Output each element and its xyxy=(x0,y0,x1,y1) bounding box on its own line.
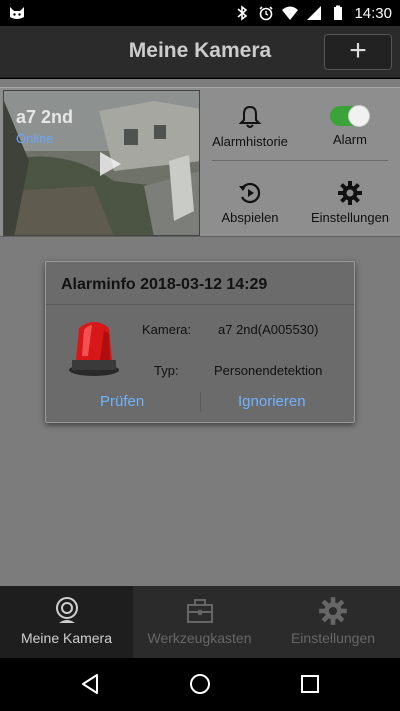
recent-apps-icon[interactable] xyxy=(298,672,322,696)
camera-card: a7 2nd Online Alarmhistorie Alarm Abspie… xyxy=(0,87,400,237)
camera-name: a7 2nd xyxy=(16,107,74,127)
camera-value: a7 2nd(A005530) xyxy=(218,322,319,337)
tab-settings-label: Einstellungen xyxy=(290,630,376,646)
camera-status: Online xyxy=(16,131,54,146)
tab-toolbox[interactable]: Werkzeugkasten xyxy=(133,586,266,658)
back-icon[interactable] xyxy=(78,672,102,696)
status-bar: 14:30 xyxy=(0,0,400,26)
playback-label: Abspielen xyxy=(221,210,279,225)
system-nav-bar xyxy=(0,658,400,711)
tab-my-camera[interactable]: Meine Kamera xyxy=(0,586,133,658)
dialog-button-divider xyxy=(200,392,201,412)
alarm-history-label: Alarmhistorie xyxy=(212,134,288,149)
camera-label: Kamera: xyxy=(142,322,192,337)
webcam-icon xyxy=(55,597,78,623)
app-bar: Meine Kamera + xyxy=(0,26,400,78)
type-label: Typ: xyxy=(154,363,179,378)
cat-app-icon xyxy=(10,7,24,19)
bluetooth-icon xyxy=(237,5,248,21)
tab-my-camera-label: Meine Kamera xyxy=(20,630,113,646)
alarm-label: Alarm xyxy=(333,132,367,147)
camera-actions: Alarmhistorie Alarm Abspielen Einstellun… xyxy=(200,88,400,238)
wifi-icon xyxy=(282,6,299,20)
bottom-tab-bar: Meine Kamera Werkzeugkasten Einstellunge… xyxy=(0,586,400,658)
status-time: 14:30 xyxy=(354,4,392,22)
alarm-toggle-button[interactable]: Alarm xyxy=(300,88,400,160)
bell-icon xyxy=(238,105,262,128)
camera-thumbnail[interactable]: a7 2nd Online xyxy=(3,90,200,236)
actions-divider xyxy=(212,160,388,161)
siren-icon xyxy=(69,322,119,376)
alarm-history-button[interactable]: Alarmhistorie xyxy=(200,88,300,160)
check-button[interactable]: Prüfen xyxy=(100,393,144,410)
dialog-divider xyxy=(46,304,354,305)
ignore-button[interactable]: Ignorieren xyxy=(238,393,306,410)
tab-toolbox-label: Werkzeugkasten xyxy=(147,630,252,646)
camera-settings-label: Einstellungen xyxy=(310,210,390,225)
replay-icon xyxy=(239,182,261,204)
gear-icon xyxy=(338,181,362,205)
add-camera-button[interactable]: + xyxy=(324,34,392,70)
home-icon[interactable] xyxy=(188,672,212,696)
signal-icon xyxy=(307,6,322,20)
tab-settings[interactable]: Einstellungen xyxy=(266,586,400,658)
play-icon[interactable] xyxy=(94,149,124,179)
playback-button[interactable]: Abspielen xyxy=(200,164,300,236)
gear-icon xyxy=(319,597,347,625)
main-content: a7 2nd Online Alarmhistorie Alarm Abspie… xyxy=(0,79,400,586)
alarm-info-dialog: Alarminfo 2018-03-12 14:29 Kamera: a7 2n… xyxy=(45,261,355,423)
type-value: Personendetektion xyxy=(214,363,323,378)
alarm-toggle[interactable] xyxy=(330,105,370,127)
camera-settings-button[interactable]: Einstellungen xyxy=(300,164,400,236)
alarm-clock-icon xyxy=(259,6,274,21)
dialog-title: Alarminfo 2018-03-12 14:29 xyxy=(61,276,268,293)
toolbox-icon xyxy=(186,599,213,623)
battery-icon xyxy=(334,5,343,20)
